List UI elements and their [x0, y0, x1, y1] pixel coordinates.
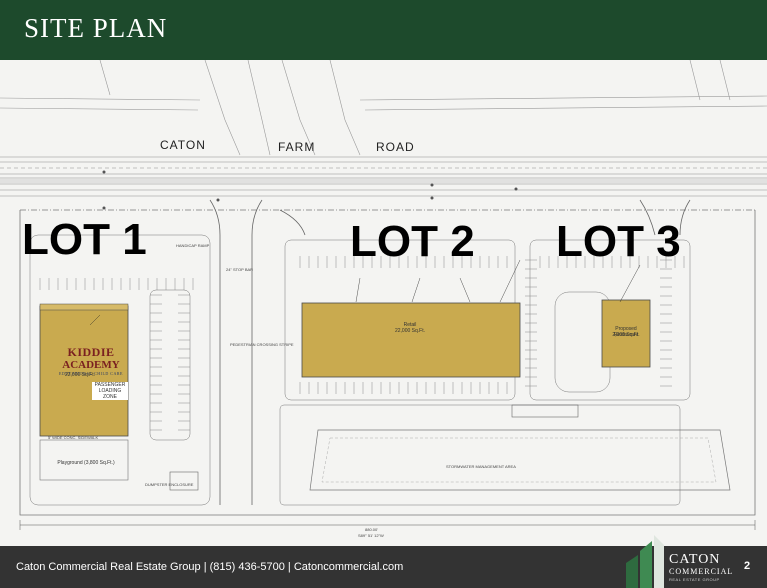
lot-2-building-area: 22,000 Sq.Ft.	[394, 328, 426, 334]
footer-company: Caton Commercial Real Estate Group	[16, 561, 201, 573]
footer-separator-2: |	[287, 561, 291, 573]
lot-2-label: LOT 2	[350, 217, 475, 266]
ped-crossing-label: PEDESTRIAN CROSSING STRIPE	[230, 342, 294, 347]
page-number: 2	[744, 560, 751, 572]
handicap-ramp-label: HANDICAP RAMP	[176, 243, 210, 248]
lot-1-label: LOT 1	[22, 215, 147, 264]
road-label-farm: FARM	[278, 140, 316, 154]
dumpster-label: DUMPSTER ENCLOSURE	[145, 482, 194, 487]
brand-sub2: REAL ESTATE GROUP	[669, 577, 720, 582]
road-label-road: ROAD	[376, 140, 415, 154]
kiddie-logo-line3: EDUCATIONAL CHILD CARE	[59, 371, 123, 376]
bottom-bearing: S89° 51' 12"W	[358, 533, 384, 538]
footer-website[interactable]: Catoncommercial.com	[294, 561, 403, 573]
lot-3-label: LOT 3	[556, 217, 681, 266]
road-label-caton: CATON	[160, 138, 206, 152]
page-title: SITE PLAN	[24, 13, 168, 43]
brand-sub: COMMERCIAL	[669, 567, 734, 576]
kiddie-academy-logo: KIDDIE ACADEMY EDUCATIONAL CHILD CARE	[56, 345, 126, 376]
lot-3-building-area: 2,000 Sq.Ft.	[612, 332, 640, 338]
sidewalk-label: 5' WIDE CONC. SIDEWALK	[48, 435, 99, 440]
bottom-dimension: 880.00'	[365, 527, 378, 532]
kiddie-logo-line2: ACADEMY	[62, 359, 120, 371]
footer-phone: (815) 436-5700	[209, 561, 285, 573]
stormwater-label: STORMWATER MANAGEMENT AREA	[446, 464, 516, 469]
lot-1-playground: Playground (3,800 Sq.Ft.)	[57, 460, 115, 466]
footer-contact: Caton Commercial Real Estate Group | (81…	[16, 561, 403, 573]
site-plan-linework	[0, 60, 767, 530]
brand-name: CATON	[669, 552, 721, 567]
site-plan-drawing: CATON FARM ROAD LOT 1 LOT 2 LOT 3 22,000…	[0, 60, 767, 546]
stop-bar-label: 24" STOP BAR	[226, 267, 254, 272]
footer-separator-1: |	[203, 561, 207, 573]
header-bar: SITE PLAN	[0, 0, 767, 60]
lot-1-loading-zone: PASSENGER LOADING ZONE	[92, 382, 128, 400]
kiddie-logo-line1: KIDDIE	[67, 345, 115, 359]
